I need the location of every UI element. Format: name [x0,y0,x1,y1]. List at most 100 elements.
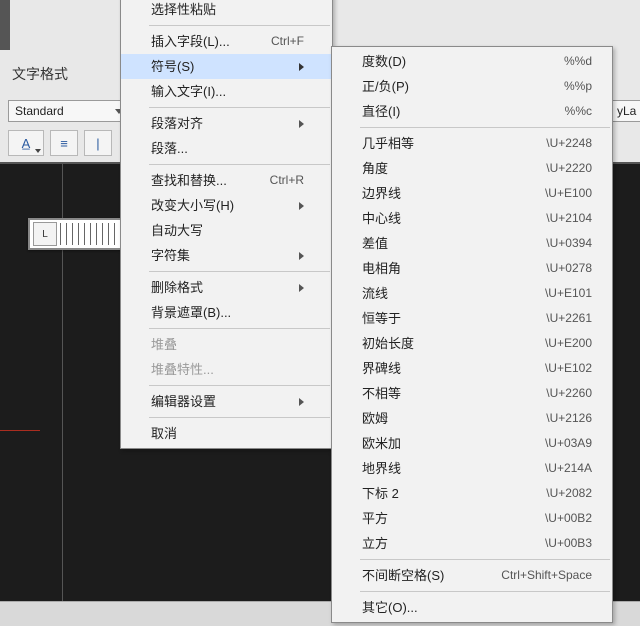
submenu-item-shortcut: \U+2104 [546,206,592,231]
text-ruler[interactable]: L [28,218,134,250]
submenu-item[interactable]: 初始长度 \U+E200 [332,331,612,356]
submenu-item-shortcut: \U+03A9 [545,431,592,456]
submenu-item[interactable]: 不相等 \U+2260 [332,381,612,406]
menu-item-label: 编辑器设置 [151,389,216,414]
menu-item-label: 符号(S) [151,54,194,79]
submenu-item-shortcut: \U+0394 [546,231,592,256]
menu-item[interactable]: 取消 [121,421,332,446]
menu-separator [149,25,330,26]
menu-item-label: 删除格式 [151,275,203,300]
submenu-item[interactable]: 差值\U+0394 [332,231,612,256]
submenu-item[interactable]: 度数(D) %%d [332,49,612,74]
submenu-item[interactable]: 欧米加 \U+03A9 [332,431,612,456]
submenu-item-label: 下标 2 [362,481,399,506]
menu-item[interactable]: 段落... [121,136,332,161]
letter-a-icon: A̲ [22,136,31,151]
submenu-item-shortcut: \U+2260 [546,381,592,406]
context-menu: 选择性粘贴插入字段(L)...Ctrl+F符号(S)输入文字(I)... 段落对齐… [120,0,333,449]
submenu-item[interactable]: 正/负(P) %%p [332,74,612,99]
menu-item[interactable]: 段落对齐 [121,111,332,136]
submenu-item[interactable]: 地界线\U+214A [332,456,612,481]
menu-item-label: 自动大写 [151,218,203,243]
app-stage: 文字格式 Standard yLa A̲ ≡ | L 选择性粘贴插入字段(L).… [0,0,640,626]
submenu-item-shortcut: \U+2261 [546,306,592,331]
submenu-item-label: 不相等 [362,381,401,406]
submenu-item-shortcut: %%d [564,49,592,74]
submenu-item-shortcut: \U+E100 [545,181,592,206]
menu-item[interactable]: 删除格式 [121,275,332,300]
submenu-item-shortcut: %%p [564,74,592,99]
menu-separator [149,385,330,386]
justify-button[interactable]: ≡ [50,130,78,156]
menu-item-label: 段落对齐 [151,111,203,136]
menu-item[interactable]: 编辑器设置 [121,389,332,414]
menu-item[interactable]: 符号(S) [121,54,332,79]
panel-title: 文字格式 [12,64,68,84]
submenu-item-shortcut: \U+2220 [546,156,592,181]
menu-item-label: 堆叠特性... [151,357,214,382]
submenu-item-label: 不间断空格(S) [362,563,444,588]
submenu-item[interactable]: 边界线 \U+E100 [332,181,612,206]
submenu-item-shortcut: \U+E101 [545,281,592,306]
submenu-item[interactable]: 欧姆\U+2126 [332,406,612,431]
menu-item[interactable]: 自动大写 [121,218,332,243]
text-style-button[interactable]: A̲ [8,130,44,156]
menu-separator [149,417,330,418]
menu-item[interactable]: 改变大小写(H) [121,193,332,218]
menu-item[interactable]: 选择性粘贴 [121,0,332,22]
menu-item-label: 字符集 [151,243,190,268]
submenu-item[interactable]: 立方 \U+00B3 [332,531,612,556]
menu-separator [149,107,330,108]
tab-stop-icon[interactable]: L [33,222,57,246]
submenu-item-shortcut: %%c [565,99,592,124]
submenu-item[interactable]: 恒等于 \U+2261 [332,306,612,331]
menu-item-label: 查找和替换... [151,168,227,193]
submenu-item[interactable]: 中心线\U+2104 [332,206,612,231]
submenu-item[interactable]: 几乎相等\U+2248 [332,131,612,156]
separator-button[interactable]: | [84,130,112,156]
submenu-item-shortcut: \U+2126 [546,406,592,431]
submenu-item-shortcut: \U+214A [545,456,592,481]
submenu-item[interactable]: 平方\U+00B2 [332,506,612,531]
submenu-item[interactable]: 角度\U+2220 [332,156,612,181]
submenu-item-label: 正/负(P) [362,74,409,99]
submenu-item-label: 界碑线 [362,356,401,381]
menu-separator [149,164,330,165]
submenu-item[interactable]: 其它(O)... [332,595,612,620]
submenu-item-label: 其它(O)... [362,595,418,620]
submenu-item-label: 初始长度 [362,331,414,356]
submenu-item[interactable]: 下标 2\U+2082 [332,481,612,506]
menu-separator [360,591,610,592]
submenu-item-label: 边界线 [362,181,401,206]
style-combo[interactable]: Standard [8,100,128,122]
submenu-item-shortcut: \U+2248 [546,131,592,156]
menu-item[interactable]: 插入字段(L)...Ctrl+F [121,29,332,54]
submenu-item-shortcut: \U+E200 [545,331,592,356]
chevron-down-icon [35,149,41,153]
submenu-item-label: 流线 [362,281,388,306]
submenu-item-label: 欧米加 [362,431,401,456]
submenu-item[interactable]: 直径(I)%%c [332,99,612,124]
menu-item-label: 改变大小写(H) [151,193,234,218]
menu-item[interactable]: 输入文字(I)... [121,79,332,104]
submenu-item[interactable]: 流线 \U+E101 [332,281,612,306]
menu-separator [149,271,330,272]
menu-item-label: 选择性粘贴 [151,0,216,22]
submenu-item-label: 立方 [362,531,388,556]
menu-item[interactable]: 字符集 [121,243,332,268]
menu-separator [360,559,610,560]
submenu-item-label: 度数(D) [362,49,406,74]
justify-icon: ≡ [60,136,68,151]
menu-item[interactable]: 查找和替换...Ctrl+R [121,168,332,193]
menu-item-shortcut: Ctrl+F [271,29,304,54]
submenu-item[interactable]: 不间断空格(S) Ctrl+Shift+Space [332,563,612,588]
submenu-item-shortcut: Ctrl+Shift+Space [501,563,592,588]
menu-item-label: 背景遮罩(B)... [151,300,231,325]
submenu-item[interactable]: 电相角\U+0278 [332,256,612,281]
submenu-item[interactable]: 界碑线\U+E102 [332,356,612,381]
submenu-item-label: 恒等于 [362,306,401,331]
window-edge [0,0,10,50]
layer-combo[interactable]: yLa [610,100,640,122]
submenu-item-shortcut: \U+00B3 [545,531,592,556]
menu-item[interactable]: 背景遮罩(B)... [121,300,332,325]
